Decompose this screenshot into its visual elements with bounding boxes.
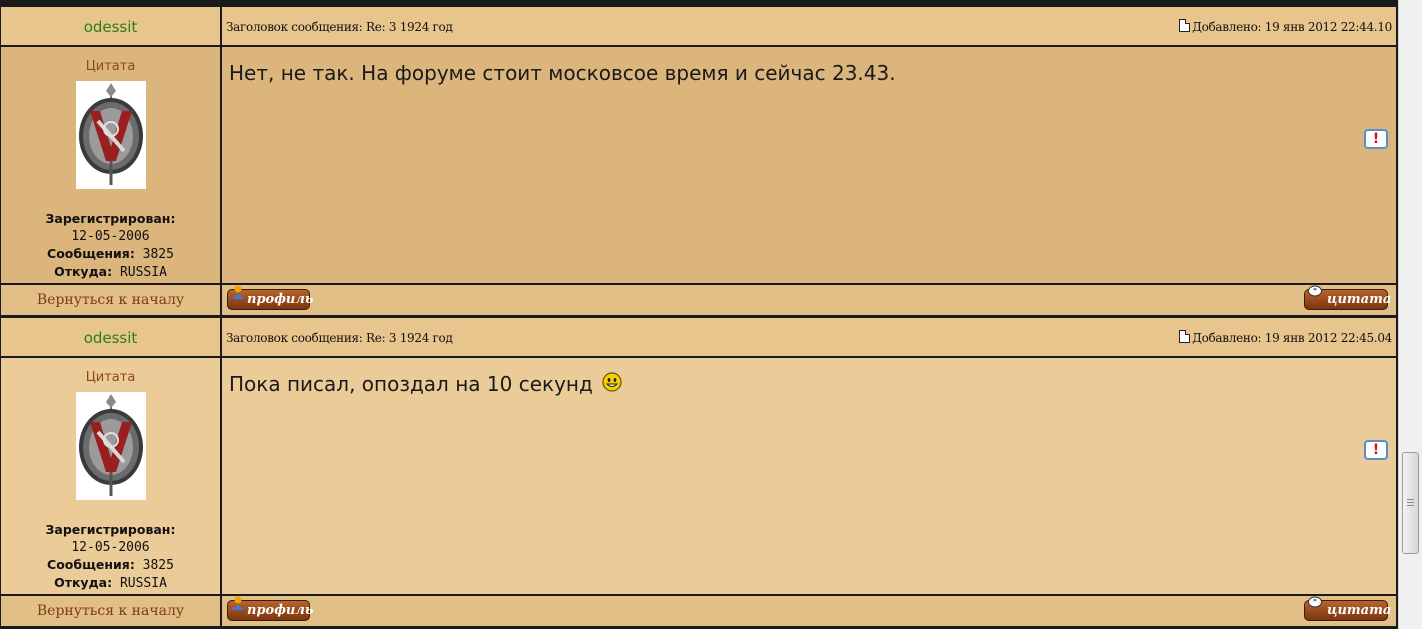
back-to-top-link[interactable]: Вернуться к началу	[1, 292, 220, 308]
registered-label: Зарегистрирован:	[45, 211, 176, 226]
post-footer: Вернуться к началу профиль " цитата	[0, 596, 1398, 626]
post-date[interactable]: Добавлено: 19 янв 2012 22:45.04	[1179, 330, 1392, 345]
profile-button-label: профиль	[247, 292, 314, 307]
post-subject: Заголовок сообщения: Re: 3 1924 год	[226, 20, 453, 34]
avatar	[76, 392, 146, 500]
post-date[interactable]: Добавлено: 19 янв 2012 22:44.10	[1179, 19, 1392, 34]
profile-button-label: профиль	[247, 603, 314, 618]
post-header: odessit Заголовок сообщения: Re: 3 1924 …	[0, 318, 1398, 358]
svg-text:": "	[1313, 597, 1317, 607]
registered-date: 12-05-2006	[71, 540, 150, 555]
posts-label: Сообщения:	[47, 557, 135, 572]
svg-text:": "	[1313, 286, 1317, 296]
posts-count: 3825	[142, 558, 174, 573]
author-cell: odessit	[1, 7, 221, 45]
forum-thread: odessit Заголовок сообщения: Re: 3 1924 …	[0, 0, 1398, 629]
location: RUSSIA	[119, 265, 167, 280]
smiley-icon	[602, 372, 622, 392]
post-body: Цитата Зарегистрирован: 12-05-2006 Сообщ…	[0, 47, 1398, 285]
posts-count: 3825	[142, 247, 174, 262]
user-rank: Цитата	[85, 59, 136, 74]
post-actions: профиль " цитата	[222, 596, 1397, 626]
author-name[interactable]: odessit	[1, 18, 220, 36]
message: Пока писал, опоздал на 10 секунд	[229, 372, 622, 396]
location-label: Откуда:	[54, 264, 113, 279]
posts-label: Сообщения:	[47, 246, 135, 261]
author-profile: Цитата Зарегистрирован: 12-05-2006 Сообщ…	[1, 47, 221, 283]
message-text: Пока писал, опоздал на 10 секунд	[229, 372, 593, 396]
post-meta: Заголовок сообщения: Re: 3 1924 год Доба…	[222, 318, 1397, 356]
post-header: odessit Заголовок сообщения: Re: 3 1924 …	[0, 7, 1398, 47]
report-post-icon[interactable]: !	[1364, 440, 1388, 460]
quote-button-label: цитата	[1327, 292, 1392, 307]
author-cell: odessit	[1, 318, 221, 356]
location-label: Откуда:	[54, 575, 113, 590]
scrollbar-thumb[interactable]	[1402, 452, 1419, 554]
message-text: Нет, не так. На форуме стоит московсое в…	[229, 61, 896, 85]
profile-icon	[232, 285, 244, 299]
vertical-scrollbar[interactable]	[1398, 0, 1422, 629]
document-icon[interactable]	[1179, 19, 1191, 32]
back-cell: Вернуться к началу	[1, 285, 221, 315]
grip-icon	[1407, 499, 1414, 508]
author-name[interactable]: odessit	[1, 329, 220, 347]
post-date-text: Добавлено: 19 янв 2012 22:44.10	[1192, 20, 1392, 34]
profile-button[interactable]: профиль	[227, 285, 314, 310]
avatar	[76, 81, 146, 189]
user-info: Зарегистрирован: 12-05-2006 Сообщения: 3…	[1, 210, 220, 281]
location: RUSSIA	[119, 576, 167, 591]
registered-date: 12-05-2006	[71, 229, 150, 244]
author-profile: Цитата Зарегистрирован: 12-05-2006 Сообщ…	[1, 358, 221, 594]
registered-label: Зарегистрирован:	[45, 522, 176, 537]
quote-icon: "	[1308, 285, 1322, 297]
user-rank: Цитата	[85, 370, 136, 385]
post-meta: Заголовок сообщения: Re: 3 1924 год Доба…	[222, 7, 1397, 45]
profile-icon	[232, 596, 244, 610]
document-icon[interactable]	[1179, 330, 1191, 343]
message-cell: Пока писал, опоздал на 10 секунд !	[222, 358, 1397, 594]
quote-icon: "	[1308, 596, 1322, 608]
quote-button-label: цитата	[1327, 603, 1392, 618]
message-cell: Нет, не так. На форуме стоит московсое в…	[222, 47, 1397, 283]
post-body: Цитата Зарегистрирован: 12-05-2006 Сообщ…	[0, 358, 1398, 596]
post-subject: Заголовок сообщения: Re: 3 1924 год	[226, 331, 453, 345]
post-actions: профиль " цитата	[222, 285, 1397, 315]
report-post-icon[interactable]: !	[1364, 129, 1388, 149]
back-to-top-link[interactable]: Вернуться к началу	[1, 603, 220, 619]
back-cell: Вернуться к началу	[1, 596, 221, 626]
quote-button[interactable]: " цитата	[1304, 596, 1392, 621]
profile-button[interactable]: профиль	[227, 596, 314, 621]
post-date-text: Добавлено: 19 янв 2012 22:45.04	[1192, 331, 1392, 345]
quote-button[interactable]: " цитата	[1304, 285, 1392, 310]
post-footer: Вернуться к началу профиль " цитата	[0, 285, 1398, 315]
user-info: Зарегистрирован: 12-05-2006 Сообщения: 3…	[1, 521, 220, 592]
